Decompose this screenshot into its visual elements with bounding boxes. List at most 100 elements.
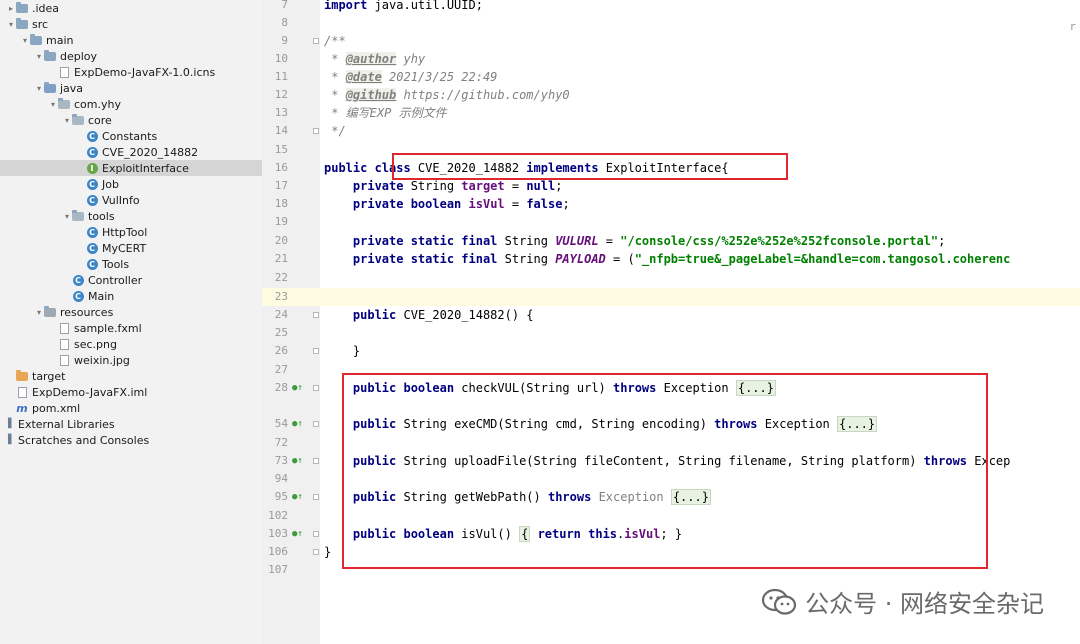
- code-line-14: */: [324, 124, 346, 138]
- tree-item[interactable]: ExpDemo-JavaFX-1.0.icns: [0, 64, 262, 80]
- java-class-icon: C: [86, 178, 98, 190]
- tree-item[interactable]: ▾ core: [0, 112, 262, 128]
- implements-method-icon[interactable]: ●↑: [292, 452, 306, 470]
- tree-item-label: deploy: [60, 49, 98, 63]
- java-interface-icon: I: [86, 162, 98, 174]
- tree-item-label: com.yhy: [74, 97, 121, 111]
- tree-item[interactable]: C CVE_2020_14882: [0, 144, 262, 160]
- code-line-21: private static final String PAYLOAD = ("…: [352, 252, 1011, 266]
- collapsed-arrow-icon[interactable]: ▸: [6, 4, 16, 13]
- line-number: 94: [274, 472, 288, 485]
- implements-method-icon[interactable]: ●↑: [292, 379, 306, 397]
- tree-item[interactable]: ▾ src: [0, 16, 262, 32]
- tree-item-label: ExpDemo-JavaFX-1.0.icns: [74, 65, 216, 79]
- code-line-9: /**: [324, 34, 346, 48]
- code-line-106: }: [324, 545, 332, 559]
- tree-item[interactable]: C VulInfo: [0, 192, 262, 208]
- expanded-arrow-icon[interactable]: ▾: [62, 212, 72, 221]
- package-icon: [72, 209, 84, 222]
- code-line-20: private static final String VULURL = "/c…: [352, 234, 946, 248]
- expanded-arrow-icon[interactable]: ▾: [34, 52, 44, 61]
- tree-item[interactable]: ▾ deploy: [0, 48, 262, 64]
- tree-item[interactable]: m pom.xml: [0, 400, 262, 416]
- line-number: 17: [274, 179, 288, 192]
- tree-item-label: External Libraries: [18, 417, 115, 431]
- implements-method-icon[interactable]: ●↑: [292, 488, 306, 506]
- tree-item[interactable]: target: [0, 368, 262, 384]
- tree-item[interactable]: ▐ External Libraries: [0, 416, 262, 432]
- expanded-arrow-icon[interactable]: ▾: [20, 36, 30, 45]
- fold-toggle-icon[interactable]: [313, 494, 319, 500]
- tree-item[interactable]: ▾ com.yhy: [0, 96, 262, 112]
- tree-item[interactable]: C Main: [0, 288, 262, 304]
- line-number: 20: [274, 234, 288, 247]
- tree-item-label: java: [60, 81, 84, 95]
- tree-item[interactable]: ▾ resources: [0, 304, 262, 320]
- fold-toggle-icon[interactable]: [313, 38, 319, 44]
- code-editor[interactable]: import java.util.UUID; /** * @author yhy…: [320, 0, 1080, 644]
- code-line-11: * @date 2021/3/25 22:49: [324, 70, 498, 84]
- line-number: 23: [274, 290, 288, 303]
- fold-toggle-icon[interactable]: [313, 385, 319, 391]
- current-line-highlight: [320, 288, 1080, 306]
- tree-item[interactable]: ExpDemo-JavaFX.iml: [0, 384, 262, 400]
- tree-item[interactable]: sec.png: [0, 336, 262, 352]
- fold-toggle-icon[interactable]: [313, 458, 319, 464]
- tree-item-label: .idea: [32, 1, 60, 15]
- java-class-icon: C: [72, 290, 84, 302]
- tree-item[interactable]: ▐ Scratches and Consoles: [0, 432, 262, 448]
- tree-item-label: target: [32, 369, 66, 383]
- code-line-10: * @author yhy: [324, 52, 426, 66]
- expanded-arrow-icon[interactable]: ▾: [6, 20, 16, 29]
- tree-item[interactable]: C Controller: [0, 272, 262, 288]
- fold-toggle-icon[interactable]: [313, 531, 319, 537]
- line-number: 54: [274, 417, 288, 430]
- tree-item[interactable]: C Constants: [0, 128, 262, 144]
- tree-item[interactable]: C MyCERT: [0, 240, 262, 256]
- expanded-arrow-icon[interactable]: ▾: [62, 116, 72, 125]
- expanded-arrow-icon[interactable]: ▾: [34, 308, 44, 317]
- fold-toggle-icon[interactable]: [313, 312, 319, 318]
- tree-item[interactable]: weixin.jpg: [0, 352, 262, 368]
- tree-item[interactable]: C Tools: [0, 256, 262, 272]
- resources-folder-icon: [44, 305, 56, 318]
- implements-method-icon[interactable]: ●↑: [292, 415, 306, 433]
- line-number: 24: [274, 308, 288, 321]
- line-number: 95: [274, 490, 288, 503]
- fold-toggle-icon[interactable]: [313, 348, 319, 354]
- tree-item-label: resources: [60, 305, 114, 319]
- expanded-arrow-icon[interactable]: ▾: [34, 84, 44, 93]
- tree-item-label: pom.xml: [32, 401, 81, 415]
- annotation-box-class-declaration: [392, 153, 788, 180]
- tree-item-label: sample.fxml: [74, 321, 142, 335]
- line-number: 26: [274, 344, 288, 357]
- tree-item[interactable]: C HttpTool: [0, 224, 262, 240]
- tree-item-label: ExpDemo-JavaFX.iml: [32, 385, 148, 399]
- tree-item[interactable]: ▾ tools: [0, 208, 262, 224]
- tree-item[interactable]: ▸ .idea: [0, 0, 262, 16]
- line-number: 8: [281, 16, 288, 29]
- line-number: 7: [281, 0, 288, 11]
- expanded-arrow-icon[interactable]: ▾: [48, 100, 58, 109]
- editor-gutter: 7 8 9 10 11 12 13 14 15 16 17 18 19 20 21 22 23 24 25 26 27 2…: [262, 0, 321, 644]
- folder-icon: [16, 17, 28, 30]
- tree-item[interactable]: ▾ main: [0, 32, 262, 48]
- line-number: 22: [274, 271, 288, 284]
- watermark: 公众号 · 网络安全杂记: [761, 584, 1044, 619]
- line-number: 13: [274, 106, 288, 119]
- fold-toggle-icon[interactable]: [313, 128, 319, 134]
- tree-item[interactable]: C Job: [0, 176, 262, 192]
- implements-method-icon[interactable]: ●↑: [292, 525, 306, 543]
- fold-toggle-icon[interactable]: [313, 421, 319, 427]
- source-folder-icon: [44, 81, 56, 94]
- tree-item[interactable]: ▾ java: [0, 80, 262, 96]
- fold-toggle-icon[interactable]: [313, 549, 319, 555]
- code-line-12: * @github https://github.com/yhy0: [324, 88, 570, 102]
- tree-item-label: main: [46, 33, 74, 47]
- file-icon: [58, 338, 70, 350]
- tree-item[interactable]: I ExploitInterface: [0, 160, 262, 176]
- tree-item[interactable]: sample.fxml: [0, 320, 262, 336]
- project-tree-panel: ▸ .idea ▾ src ▾ main ▾ deploy ExpDemo-JavaFX-1.0…: [0, 0, 263, 644]
- line-number: 11: [274, 70, 288, 83]
- line-number: 15: [274, 143, 288, 156]
